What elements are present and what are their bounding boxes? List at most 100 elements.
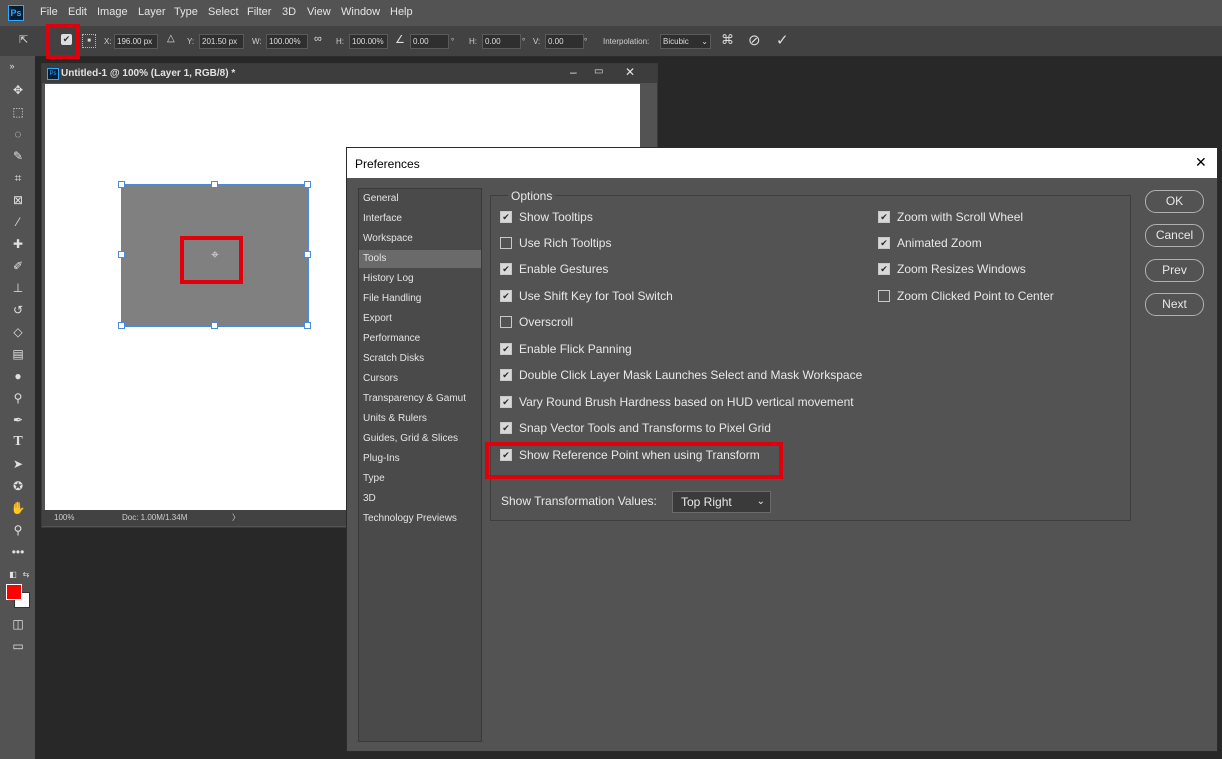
option-row[interactable]: Overscroll [500, 314, 573, 330]
menu-edit[interactable]: Edit [68, 6, 87, 18]
eraser-tool-icon[interactable]: ◇ [10, 324, 26, 340]
transform-handle[interactable] [118, 322, 125, 329]
transform-handle[interactable] [304, 251, 311, 258]
nav-item-interface[interactable]: Interface [359, 210, 481, 228]
option-row[interactable]: ✔ Enable Flick Panning [500, 341, 632, 357]
checkbox-unchecked[interactable] [878, 289, 890, 302]
nav-item-history-log[interactable]: History Log [359, 270, 481, 288]
reference-point-locator-icon[interactable]: ■ [82, 34, 96, 48]
interpolation-select[interactable]: Bicubic ⌄ [660, 34, 711, 49]
y-field[interactable]: 201.50 px [199, 34, 244, 49]
nav-item-file-handling[interactable]: File Handling [359, 290, 481, 308]
menu-3d[interactable]: 3D [282, 6, 296, 18]
more-tools-icon[interactable]: ••• [10, 544, 26, 560]
rotation-field[interactable]: 0.00 [410, 34, 449, 49]
x-field[interactable]: 196.00 px [114, 34, 158, 49]
swap-colors-icon[interactable]: ⇆ [18, 567, 34, 583]
status-menu-icon[interactable]: 〉 [232, 512, 240, 523]
option-row[interactable]: ✔ Double Click Layer Mask Launches Select… [500, 367, 862, 383]
menu-layer[interactable]: Layer [138, 6, 166, 18]
quick-select-tool-icon[interactable]: ✎ [10, 148, 26, 164]
dodge-tool-icon[interactable]: ⚲ [10, 390, 26, 406]
option-row[interactable]: ✔ Zoom Resizes Windows [878, 261, 1026, 277]
checkbox-checked[interactable]: ✔ [878, 236, 890, 249]
transform-handle[interactable] [211, 181, 218, 188]
delta-icon[interactable]: △ [167, 33, 175, 44]
type-tool-icon[interactable]: T [10, 434, 26, 450]
checkbox-checked[interactable]: ✔ [878, 262, 890, 275]
nav-item-guides-grid-slices[interactable]: Guides, Grid & Slices [359, 430, 481, 448]
checkbox-checked[interactable]: ✔ [500, 342, 512, 355]
option-row[interactable]: Zoom Clicked Point to Center [878, 288, 1054, 304]
option-row[interactable]: ✔ Animated Zoom [878, 235, 982, 251]
checkbox-checked[interactable]: ✔ [500, 395, 512, 408]
nav-item-tools[interactable]: Tools [359, 250, 481, 268]
zoom-tool-icon[interactable]: ⚲ [10, 522, 26, 538]
menu-file[interactable]: File [40, 6, 58, 18]
checkbox-checked[interactable]: ✔ [500, 368, 512, 381]
option-row[interactable]: ✔ Show Tooltips [500, 209, 593, 225]
lasso-tool-icon[interactable]: ◌ [10, 126, 26, 142]
collapse-icon[interactable]: » [4, 58, 20, 74]
transform-handle[interactable] [304, 181, 311, 188]
document-tab[interactable]: Ps Untitled-1 @ 100% (Layer 1, RGB/8) * … [42, 64, 657, 83]
option-row[interactable]: ✔ Snap Vector Tools and Transforms to Pix… [500, 420, 771, 436]
option-row[interactable]: Use Rich Tooltips [500, 235, 611, 251]
menu-image[interactable]: Image [97, 6, 128, 18]
checkbox-checked[interactable]: ✔ [500, 289, 512, 302]
history-brush-icon[interactable]: ↺ [10, 302, 26, 318]
hand-tool-icon[interactable]: ✋ [10, 500, 26, 516]
menu-select[interactable]: Select [208, 6, 239, 18]
prev-button[interactable]: Prev [1145, 259, 1204, 282]
checkbox-unchecked[interactable] [500, 236, 512, 249]
marquee-tool-icon[interactable]: ⬚ [10, 104, 26, 120]
move-tool-icon[interactable]: ✥ [10, 82, 26, 98]
nav-item-workspace[interactable]: Workspace [359, 230, 481, 248]
menu-help[interactable]: Help [390, 6, 413, 18]
nav-item-performance[interactable]: Performance [359, 330, 481, 348]
maximize-icon[interactable]: ▭ [594, 66, 603, 77]
nav-item-3d[interactable]: 3D [359, 490, 481, 508]
option-row[interactable]: ✔ Enable Gestures [500, 261, 608, 277]
vskew-field[interactable]: 0.00 [545, 34, 584, 49]
pen-tool-icon[interactable]: ✒ [10, 412, 26, 428]
shape-tool-icon[interactable]: ✪ [10, 478, 26, 494]
hskew-field[interactable]: 0.00 [482, 34, 521, 49]
transform-tool-icon[interactable]: ⇱ [19, 33, 28, 46]
brush-tool-icon[interactable]: ✐ [10, 258, 26, 274]
link-icon[interactable]: ∞ [314, 33, 322, 45]
checkbox-checked[interactable]: ✔ [500, 262, 512, 275]
quick-mask-icon[interactable]: ◫ [10, 616, 26, 632]
nav-item-scratch-disks[interactable]: Scratch Disks [359, 350, 481, 368]
option-row[interactable]: ✔ Zoom with Scroll Wheel [878, 209, 1023, 225]
transform-handle[interactable] [118, 251, 125, 258]
checkbox-checked[interactable]: ✔ [500, 210, 512, 223]
crop-tool-icon[interactable]: ⌗ [10, 170, 26, 186]
frame-tool-icon[interactable]: ⊠ [10, 192, 26, 208]
nav-item-export[interactable]: Export [359, 310, 481, 328]
cancel-button[interactable]: Cancel [1145, 224, 1204, 247]
width-field[interactable]: 100.00% [266, 34, 308, 49]
checkbox-checked[interactable]: ✔ [878, 210, 890, 223]
nav-item-type[interactable]: Type [359, 470, 481, 488]
screen-mode-icon[interactable]: ▭ [10, 638, 26, 654]
option-row[interactable]: ✔ Use Shift Key for Tool Switch [500, 288, 673, 304]
menu-filter[interactable]: Filter [247, 6, 271, 18]
menu-view[interactable]: View [307, 6, 331, 18]
minimize-icon[interactable]: – [570, 65, 577, 79]
transform-handle[interactable] [211, 322, 218, 329]
transform-handle[interactable] [304, 322, 311, 329]
healing-brush-icon[interactable]: ✚ [10, 236, 26, 252]
foreground-color-swatch[interactable] [6, 584, 22, 600]
ok-button[interactable]: OK [1145, 190, 1204, 213]
gradient-tool-icon[interactable]: ▤ [10, 346, 26, 362]
path-selection-icon[interactable]: ➤ [10, 456, 26, 472]
checkbox-unchecked[interactable] [500, 315, 512, 328]
menu-type[interactable]: Type [174, 6, 198, 18]
height-field[interactable]: 100.00% [349, 34, 388, 49]
nav-item-transparency-gamut[interactable]: Transparency & Gamut [359, 390, 481, 408]
nav-item-cursors[interactable]: Cursors [359, 370, 481, 388]
clone-stamp-icon[interactable]: ⊥ [10, 280, 26, 296]
transform-values-select[interactable]: Top Right ⌄ [672, 491, 771, 513]
nav-item-units-rulers[interactable]: Units & Rulers [359, 410, 481, 428]
